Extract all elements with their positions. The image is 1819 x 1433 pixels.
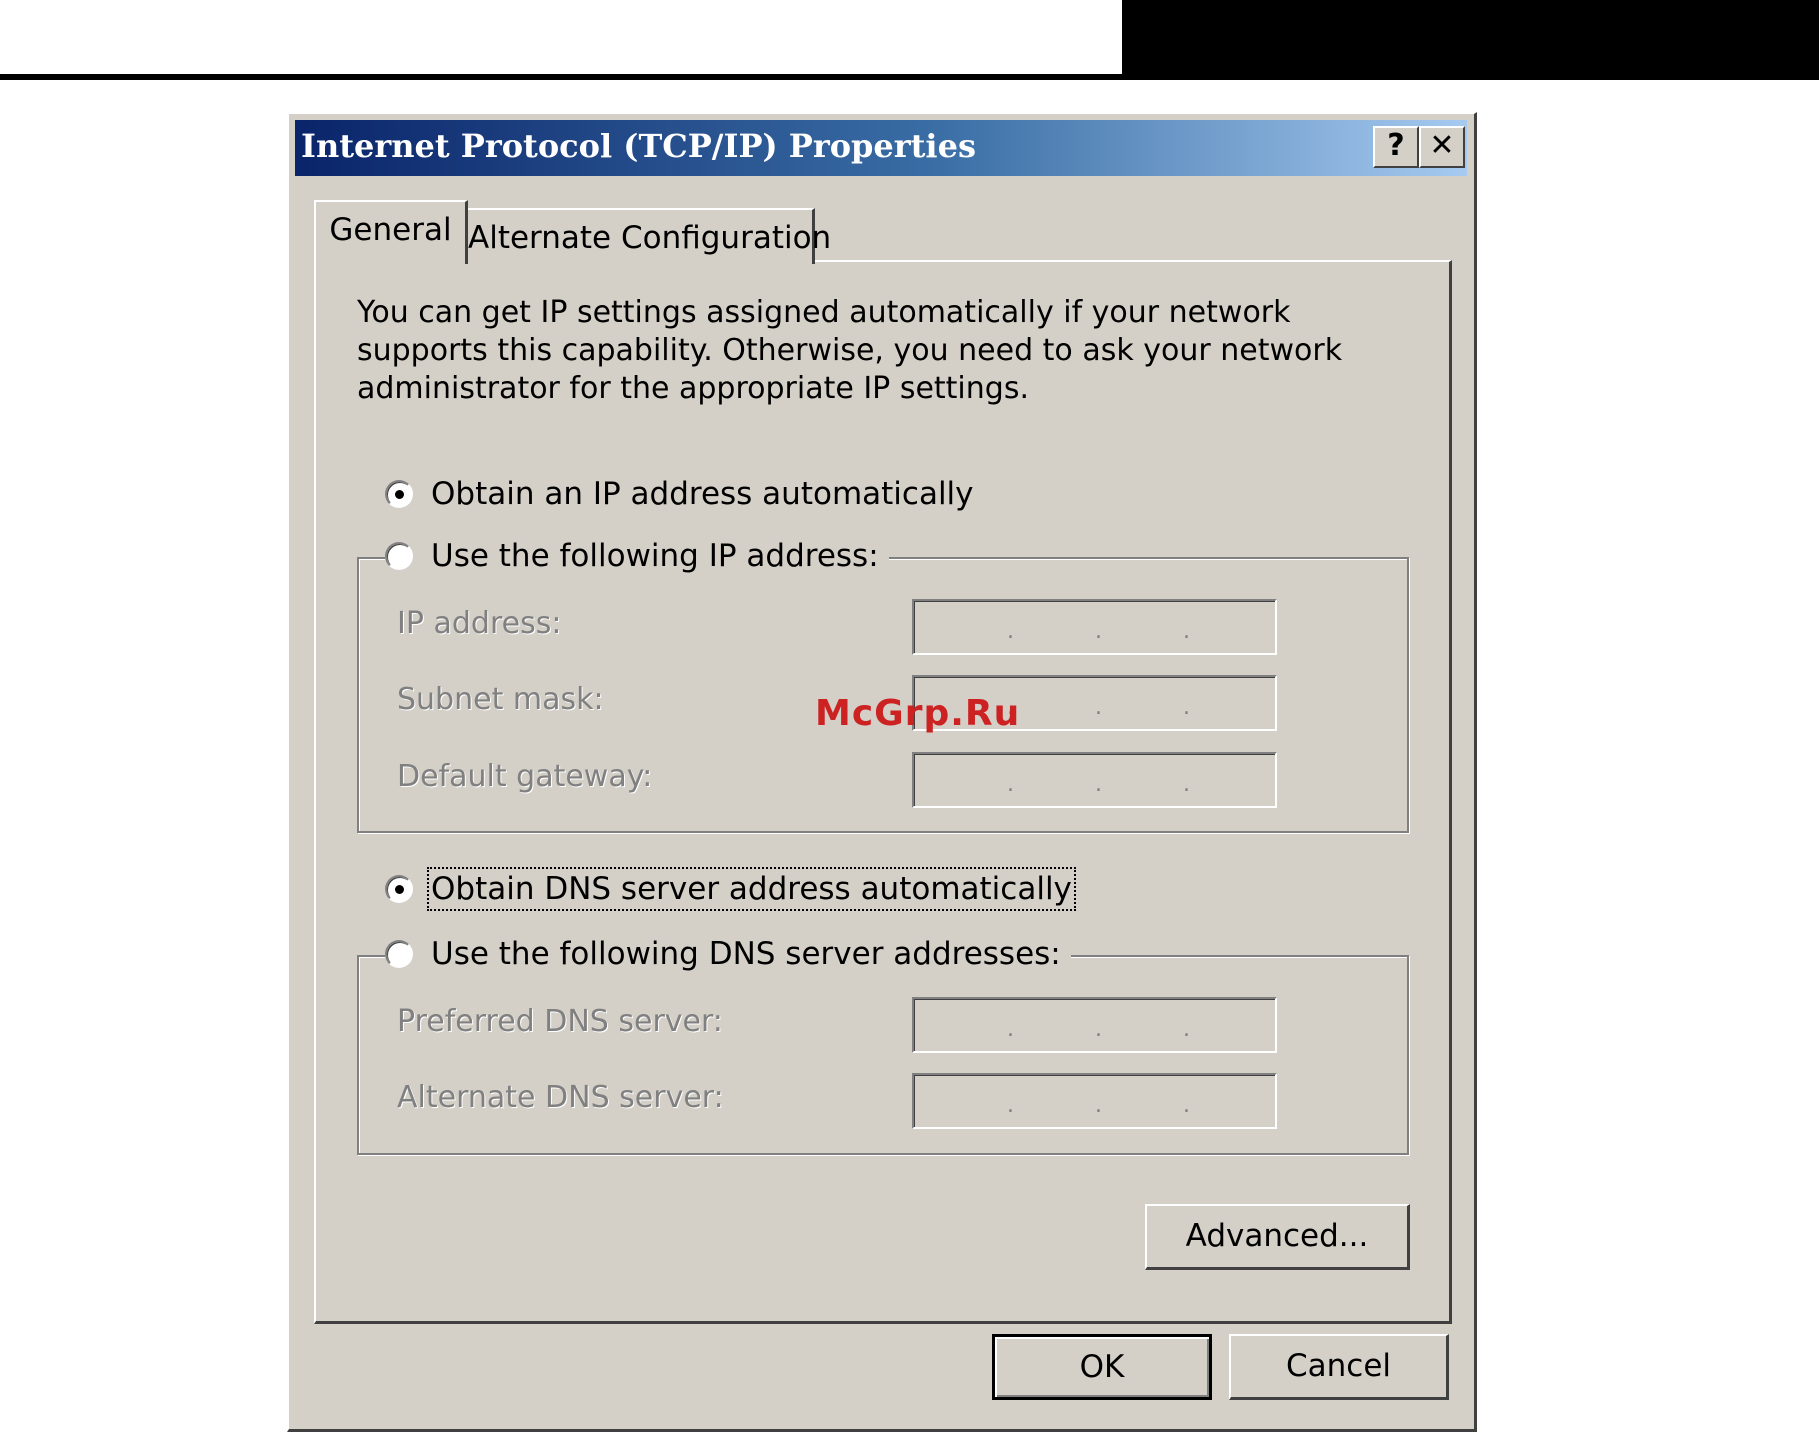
dns-auto-label: Obtain DNS server address automatically	[427, 867, 1076, 911]
dns-manual-label: Use the following DNS server addresses:	[431, 936, 1061, 972]
ip-manual-radio[interactable]	[385, 542, 413, 570]
help-button[interactable]: ?	[1373, 126, 1419, 168]
ok-button[interactable]: OK	[992, 1334, 1212, 1400]
tab-general-label: General	[329, 212, 452, 248]
watermark-text: McGrp.Ru	[815, 693, 1021, 734]
ip-auto-radio[interactable]	[385, 480, 413, 508]
ip-auto-radio-row[interactable]: Obtain an IP address automatically	[385, 474, 984, 514]
dns-auto-radio-row[interactable]: Obtain DNS server address automatically	[385, 867, 1082, 911]
ip-manual-label: Use the following IP address:	[431, 538, 879, 574]
close-button[interactable]: ✕	[1419, 126, 1465, 168]
help-icon: ?	[1387, 128, 1405, 163]
dns-manual-radio-row[interactable]: Use the following DNS server addresses:	[385, 934, 1071, 974]
cancel-button[interactable]: Cancel	[1229, 1334, 1449, 1400]
ip-manual-radio-row[interactable]: Use the following IP address:	[385, 536, 889, 576]
header-black-block	[1122, 0, 1819, 80]
general-tab-panel	[314, 260, 1452, 1324]
tab-alternate-configuration-label: Alternate Configuration	[468, 220, 832, 256]
dns-manual-radio[interactable]	[385, 940, 413, 968]
tab-general[interactable]: General	[314, 200, 468, 264]
tcpip-properties-dialog: Internet Protocol (TCP/IP) Properties ? …	[287, 112, 1477, 1432]
title-bar[interactable]: Internet Protocol (TCP/IP) Properties ? …	[295, 120, 1467, 176]
dns-auto-radio[interactable]	[385, 875, 413, 903]
close-icon: ✕	[1429, 128, 1455, 163]
ip-auto-label: Obtain an IP address automatically	[431, 476, 974, 512]
ok-button-label: OK	[1079, 1349, 1125, 1385]
tab-alternate-configuration[interactable]: Alternate Configuration	[466, 208, 831, 264]
dialog-title: Internet Protocol (TCP/IP) Properties	[301, 127, 976, 165]
cancel-button-label: Cancel	[1285, 1348, 1392, 1384]
